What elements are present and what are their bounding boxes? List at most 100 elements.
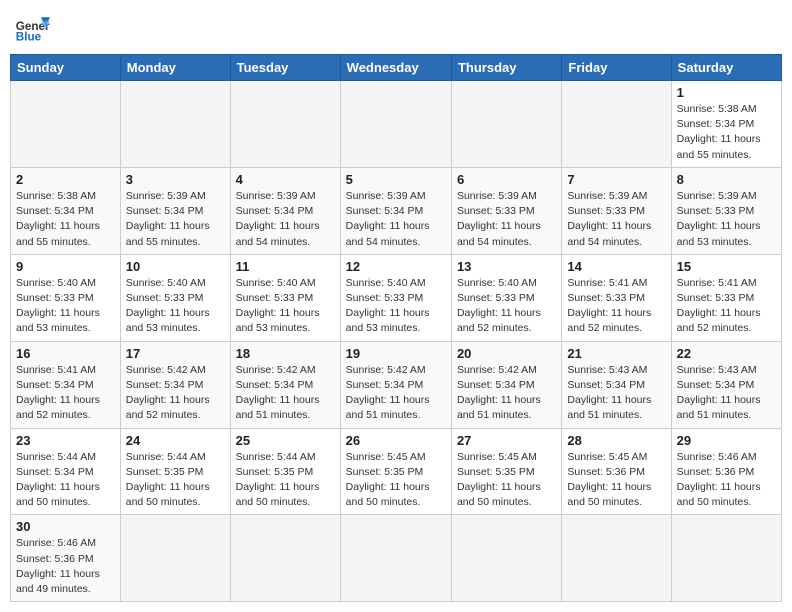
day-info: Sunrise: 5:43 AM Sunset: 5:34 PM Dayligh… xyxy=(677,363,776,424)
calendar-cell xyxy=(671,515,781,602)
day-info: Sunrise: 5:42 AM Sunset: 5:34 PM Dayligh… xyxy=(346,363,446,424)
logo: General Blue xyxy=(14,10,50,46)
calendar-cell: 3Sunrise: 5:39 AM Sunset: 5:34 PM Daylig… xyxy=(120,167,230,254)
day-info: Sunrise: 5:41 AM Sunset: 5:34 PM Dayligh… xyxy=(16,363,115,424)
page-header: General Blue xyxy=(10,10,782,46)
calendar-cell xyxy=(230,515,340,602)
calendar-cell: 23 Sunrise: 5:44 AM Sunset: 5:34 PM Dayli… xyxy=(11,428,121,515)
calendar-cell xyxy=(120,81,230,168)
day-number: 20 xyxy=(457,346,556,361)
day-info: Sunrise: 5:45 AM Sunset: 5:35 PM Dayligh… xyxy=(346,450,446,511)
calendar-cell xyxy=(11,81,121,168)
day-number: 4 xyxy=(236,172,335,187)
day-number: 17 xyxy=(126,346,225,361)
day-number: 14 xyxy=(567,259,665,274)
calendar-cell xyxy=(562,515,671,602)
calendar-cell: 28 Sunrise: 5:45 AM Sunset: 5:36 PM Dayli… xyxy=(562,428,671,515)
day-number: 9 xyxy=(16,259,115,274)
calendar-cell xyxy=(340,81,451,168)
day-info: Sunrise: 5:44 AM Sunset: 5:34 PM Dayligh… xyxy=(16,450,115,511)
day-number: 21 xyxy=(567,346,665,361)
calendar-week-1: 1 Sunrise: 5:38 AM Sunset: 5:34 PM Daylig… xyxy=(11,81,782,168)
day-number: 11 xyxy=(236,259,335,274)
day-number: 25 xyxy=(236,433,335,448)
day-number: 12 xyxy=(346,259,446,274)
logo-icon: General Blue xyxy=(14,10,50,46)
calendar-cell: 17 Sunrise: 5:42 AM Sunset: 5:34 PM Dayli… xyxy=(120,341,230,428)
day-number: 6 xyxy=(457,172,556,187)
calendar-cell: 8Sunrise: 5:39 AM Sunset: 5:33 PM Daylig… xyxy=(671,167,781,254)
day-header-monday: Monday xyxy=(120,55,230,81)
day-number: 30 xyxy=(16,519,115,534)
calendar-cell: 4 Sunrise: 5:39 AM Sunset: 5:34 PM Daylig… xyxy=(230,167,340,254)
calendar-cell: 10Sunrise: 5:40 AM Sunset: 5:33 PM Dayli… xyxy=(120,254,230,341)
day-number: 27 xyxy=(457,433,556,448)
day-info: Sunrise: 5:38 AM Sunset: 5:34 PM Dayligh… xyxy=(16,189,115,250)
day-number: 24 xyxy=(126,433,225,448)
day-header-saturday: Saturday xyxy=(671,55,781,81)
day-info: Sunrise: 5:40 AM Sunset: 5:33 PM Dayligh… xyxy=(236,276,335,337)
day-number: 18 xyxy=(236,346,335,361)
day-info: Sunrise: 5:40 AM Sunset: 5:33 PM Dayligh… xyxy=(16,276,115,337)
calendar-week-6: 30 Sunrise: 5:46 AM Sunset: 5:36 PM Dayli… xyxy=(11,515,782,602)
day-number: 1 xyxy=(677,85,776,100)
day-header-sunday: Sunday xyxy=(11,55,121,81)
calendar-cell: 29Sunrise: 5:46 AM Sunset: 5:36 PM Dayli… xyxy=(671,428,781,515)
calendar-cell: 12 Sunrise: 5:40 AM Sunset: 5:33 PM Dayli… xyxy=(340,254,451,341)
day-info: Sunrise: 5:46 AM Sunset: 5:36 PM Dayligh… xyxy=(16,536,115,597)
day-number: 7 xyxy=(567,172,665,187)
day-info: Sunrise: 5:39 AM Sunset: 5:34 PM Dayligh… xyxy=(346,189,446,250)
calendar-table: SundayMondayTuesdayWednesdayThursdayFrid… xyxy=(10,54,782,602)
day-number: 19 xyxy=(346,346,446,361)
calendar-cell: 13Sunrise: 5:40 AM Sunset: 5:33 PM Dayli… xyxy=(451,254,561,341)
calendar-cell: 16Sunrise: 5:41 AM Sunset: 5:34 PM Dayli… xyxy=(11,341,121,428)
day-info: Sunrise: 5:39 AM Sunset: 5:33 PM Dayligh… xyxy=(677,189,776,250)
day-info: Sunrise: 5:40 AM Sunset: 5:33 PM Dayligh… xyxy=(346,276,446,337)
calendar-cell: 14 Sunrise: 5:41 AM Sunset: 5:33 PM Dayli… xyxy=(562,254,671,341)
calendar-cell: 18 Sunrise: 5:42 AM Sunset: 5:34 PM Dayli… xyxy=(230,341,340,428)
day-header-thursday: Thursday xyxy=(451,55,561,81)
day-info: Sunrise: 5:42 AM Sunset: 5:34 PM Dayligh… xyxy=(126,363,225,424)
calendar-cell: 9 Sunrise: 5:40 AM Sunset: 5:33 PM Daylig… xyxy=(11,254,121,341)
day-number: 23 xyxy=(16,433,115,448)
calendar-cell: 30 Sunrise: 5:46 AM Sunset: 5:36 PM Dayli… xyxy=(11,515,121,602)
day-info: Sunrise: 5:39 AM Sunset: 5:34 PM Dayligh… xyxy=(236,189,335,250)
calendar-cell: 11 Sunrise: 5:40 AM Sunset: 5:33 PM Dayli… xyxy=(230,254,340,341)
calendar-cell: 26Sunrise: 5:45 AM Sunset: 5:35 PM Dayli… xyxy=(340,428,451,515)
header-row: SundayMondayTuesdayWednesdayThursdayFrid… xyxy=(11,55,782,81)
calendar-cell: 24 Sunrise: 5:44 AM Sunset: 5:35 PM Dayli… xyxy=(120,428,230,515)
day-number: 5 xyxy=(346,172,446,187)
day-info: Sunrise: 5:41 AM Sunset: 5:33 PM Dayligh… xyxy=(677,276,776,337)
calendar-cell: 22 Sunrise: 5:43 AM Sunset: 5:34 PM Dayli… xyxy=(671,341,781,428)
day-info: Sunrise: 5:43 AM Sunset: 5:34 PM Dayligh… xyxy=(567,363,665,424)
day-info: Sunrise: 5:44 AM Sunset: 5:35 PM Dayligh… xyxy=(126,450,225,511)
calendar-week-5: 23 Sunrise: 5:44 AM Sunset: 5:34 PM Dayli… xyxy=(11,428,782,515)
calendar-cell xyxy=(120,515,230,602)
day-number: 28 xyxy=(567,433,665,448)
calendar-cell xyxy=(562,81,671,168)
calendar-cell: 5 Sunrise: 5:39 AM Sunset: 5:34 PM Daylig… xyxy=(340,167,451,254)
day-number: 29 xyxy=(677,433,776,448)
day-header-friday: Friday xyxy=(562,55,671,81)
day-number: 15 xyxy=(677,259,776,274)
day-info: Sunrise: 5:44 AM Sunset: 5:35 PM Dayligh… xyxy=(236,450,335,511)
calendar-cell xyxy=(230,81,340,168)
day-header-tuesday: Tuesday xyxy=(230,55,340,81)
calendar-week-4: 16Sunrise: 5:41 AM Sunset: 5:34 PM Dayli… xyxy=(11,341,782,428)
calendar-cell: 27Sunrise: 5:45 AM Sunset: 5:35 PM Dayli… xyxy=(451,428,561,515)
day-number: 22 xyxy=(677,346,776,361)
calendar-cell: 25 Sunrise: 5:44 AM Sunset: 5:35 PM Dayli… xyxy=(230,428,340,515)
calendar-cell xyxy=(340,515,451,602)
calendar-cell: 7 Sunrise: 5:39 AM Sunset: 5:33 PM Daylig… xyxy=(562,167,671,254)
day-number: 2 xyxy=(16,172,115,187)
day-info: Sunrise: 5:42 AM Sunset: 5:34 PM Dayligh… xyxy=(457,363,556,424)
day-info: Sunrise: 5:45 AM Sunset: 5:36 PM Dayligh… xyxy=(567,450,665,511)
day-info: Sunrise: 5:42 AM Sunset: 5:34 PM Dayligh… xyxy=(236,363,335,424)
day-number: 13 xyxy=(457,259,556,274)
day-info: Sunrise: 5:39 AM Sunset: 5:33 PM Dayligh… xyxy=(567,189,665,250)
calendar-cell: 15 Sunrise: 5:41 AM Sunset: 5:33 PM Dayli… xyxy=(671,254,781,341)
day-info: Sunrise: 5:41 AM Sunset: 5:33 PM Dayligh… xyxy=(567,276,665,337)
svg-text:Blue: Blue xyxy=(16,31,42,44)
calendar-cell: 6Sunrise: 5:39 AM Sunset: 5:33 PM Daylig… xyxy=(451,167,561,254)
day-info: Sunrise: 5:38 AM Sunset: 5:34 PM Dayligh… xyxy=(677,102,776,163)
